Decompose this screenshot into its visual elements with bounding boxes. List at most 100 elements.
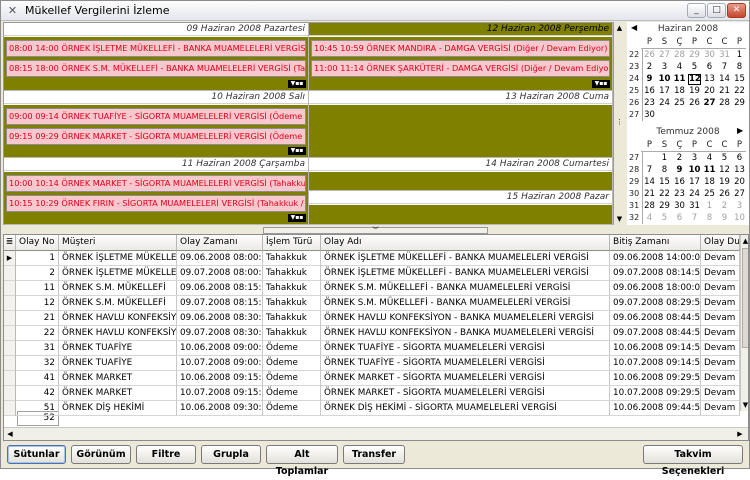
table-cell[interactable]: ÖRNEK MARKET - SİGORTA MUAMELELERİ VERGİ…	[321, 386, 610, 401]
table-cell[interactable]: ÖRNEK İŞLETME MÜKELLEFİ - BANKA MUAMELEL…	[321, 266, 610, 281]
calendar-day[interactable]: 6	[673, 213, 686, 224]
table-cell[interactable]: 32	[16, 356, 59, 371]
scroll-left-icon[interactable]: ◀	[4, 428, 16, 440]
calendar-day[interactable]: 5	[688, 62, 701, 73]
calendar-day[interactable]: 4	[703, 153, 716, 164]
table-cell[interactable]: ÖRNEK HAVLU KONFEKSİYON	[59, 326, 177, 341]
table-cell[interactable]: ÖRNEK DİŞ HEKİMİ	[59, 401, 177, 416]
week-number[interactable]: 31	[629, 201, 639, 210]
day-body[interactable]	[309, 105, 612, 157]
calendar-day[interactable]: 17	[688, 177, 701, 188]
calendar-day[interactable]: 20	[703, 86, 716, 97]
table-cell[interactable]: 11	[16, 281, 59, 296]
calendar-day[interactable]: 3	[688, 153, 701, 164]
table-cell[interactable]: Ödeme	[263, 356, 321, 371]
scroll-up-icon[interactable]: ▲	[615, 23, 624, 33]
day-header[interactable]: 11 Haziran 2008 Çarşamba	[4, 158, 308, 171]
day-header[interactable]: 09 Haziran 2008 Pazartesi	[4, 23, 308, 36]
week-number[interactable]: 24	[629, 74, 639, 83]
calendar-day[interactable]: 25	[703, 189, 716, 200]
calendar-day[interactable]: 21	[718, 86, 731, 97]
table-cell[interactable]: ÖRNEK HAVLU KONFEKSİYON - BANKA MUAMELEL…	[321, 311, 610, 326]
subtotals-button[interactable]: Alt Toplamlar	[266, 445, 338, 477]
table-cell[interactable]: 09.07.2008 08:14:59	[610, 266, 701, 281]
maximize-button[interactable]: □	[707, 3, 726, 18]
calendar-day[interactable]: 9	[718, 213, 731, 224]
row-selector[interactable]	[4, 386, 16, 401]
scroll-right-icon[interactable]: ▶	[734, 428, 746, 440]
calendar-day[interactable]: 4	[673, 62, 686, 73]
calendar-day[interactable]: 8	[658, 165, 671, 176]
minimize-button[interactable]: _	[687, 3, 706, 18]
table-cell[interactable]: ÖRNEK S.M. MÜKELLEFİ	[59, 296, 177, 311]
calendar-event[interactable]: 09:00 09:14 ÖRNEK TUAFİYE - SİGORTA MUAM…	[6, 108, 306, 125]
calendar-day[interactable]: 11	[703, 165, 716, 176]
calendar-day[interactable]: 29	[688, 50, 701, 61]
calendar-day[interactable]: 15	[658, 177, 671, 188]
calendar-day[interactable]: 29	[658, 201, 671, 212]
table-cell[interactable]: 09.07.2008 08:15:00	[177, 296, 263, 311]
table-cell[interactable]: 09.06.2008 08:44:59	[610, 311, 701, 326]
calendar-day[interactable]: 1	[658, 153, 671, 164]
calendar-day[interactable]: 24	[658, 98, 671, 109]
scroll-down-icon[interactable]: ▼	[615, 214, 624, 224]
table-cell[interactable]: ÖRNEK İŞLETME MÜKELLEFİ - BANKA MUAMELEL…	[321, 251, 610, 266]
calendar-day[interactable]: 28	[643, 201, 656, 212]
mini-calendar-june[interactable]: Haziran 2008 ◀ P S Ç P C C P 22 26 27 28 29 30 31 1 23 2 3 4…	[627, 22, 749, 125]
day-body[interactable]: 10:00 10:14 ÖRNEK MARKET - SİGORTA MUAME…	[4, 172, 308, 224]
calendar-day[interactable]: 10	[688, 165, 701, 176]
day-header[interactable]: 12 Haziran 2008 Perşembe	[309, 23, 612, 36]
calendar-day[interactable]: 22	[733, 86, 746, 97]
row-selector[interactable]	[4, 401, 16, 416]
table-cell[interactable]: 42	[16, 386, 59, 401]
calendar-day[interactable]: 5	[658, 213, 671, 224]
day-cell[interactable]: 11 Haziran 2008 Çarşamba 10:00 10:14 ÖRNE…	[4, 158, 309, 225]
week-number[interactable]: 28	[629, 165, 639, 174]
table-cell[interactable]: ÖRNEK MARKET - SİGORTA MUAMELELERİ VERGİ…	[321, 371, 610, 386]
table-cell[interactable]: 09.06.2008 08:15:00	[177, 281, 263, 296]
table-cell[interactable]: Tahakkuk	[263, 311, 321, 326]
table-cell[interactable]: 10.06.2008 09:29:59	[610, 371, 701, 386]
calendar-day[interactable]: 4	[643, 213, 656, 224]
calendar-event[interactable]: 10:45 10:59 ÖRNEK MANDIRA - DAMGA VERGİS…	[311, 40, 610, 57]
calendar-day[interactable]: 18	[703, 177, 716, 188]
row-selector[interactable]	[4, 266, 16, 281]
calendar-day[interactable]: 2	[673, 153, 686, 164]
table-cell[interactable]: 09.07.2008 08:30:00	[177, 326, 263, 341]
day-cell[interactable]: 13 Haziran 2008 Cuma	[309, 91, 613, 158]
table-cell[interactable]: 09.06.2008 14:00:00	[610, 251, 701, 266]
calendar-day[interactable]: 15	[733, 74, 746, 85]
calendar-day[interactable]: 9	[673, 165, 686, 176]
table-cell[interactable]: 10.07.2008 09:14:59	[610, 356, 701, 371]
week-number[interactable]: 30	[629, 189, 639, 198]
calendar-day[interactable]: 30	[703, 50, 716, 61]
table-cell[interactable]: Devam	[701, 296, 740, 311]
table-cell[interactable]: Tahakkuk	[263, 281, 321, 296]
calendar-day[interactable]: 25	[673, 98, 686, 109]
table-cell[interactable]: ÖRNEK S.M. MÜKELLEFİ	[59, 281, 177, 296]
table-cell[interactable]: 10.07.2008 09:29:59	[610, 386, 701, 401]
row-selector[interactable]	[4, 281, 16, 296]
calendar-day[interactable]: 27	[658, 50, 671, 61]
calendar-day[interactable]: 16	[673, 177, 686, 188]
table-cell[interactable]: Devam	[701, 341, 740, 356]
calendar-day[interactable]: 12	[688, 74, 701, 85]
day-body[interactable]: 08:00 14:00 ÖRNEK İŞLETME MÜKELLEFİ - BA…	[4, 37, 308, 90]
week-view[interactable]: 09 Haziran 2008 Pazartesi 08:00 14:00 ÖRN…	[3, 22, 614, 225]
table-cell[interactable]: Tahakkuk	[263, 296, 321, 311]
table-cell[interactable]: ÖRNEK TUAFİYE - SİGORTA MUAMELELERİ VERG…	[321, 356, 610, 371]
calendar-day[interactable]: 20	[733, 177, 746, 188]
row-selector[interactable]	[4, 296, 16, 311]
table-cell[interactable]: 09.06.2008 18:00:00	[610, 281, 701, 296]
table-cell[interactable]: 41	[16, 371, 59, 386]
day-cell[interactable]: 09 Haziran 2008 Pazartesi 08:00 14:00 ÖRN…	[4, 23, 309, 91]
day-cell[interactable]: 12 Haziran 2008 Perşembe 10:45 10:59 ÖRNE…	[309, 23, 613, 91]
prev-month-icon[interactable]: ◀	[631, 23, 637, 32]
day-header[interactable]: 13 Haziran 2008 Cuma	[309, 91, 612, 104]
calendar-day[interactable]: 28	[673, 50, 686, 61]
table-cell[interactable]: Ödeme	[263, 371, 321, 386]
table-cell[interactable]: ÖRNEK İŞLETME MÜKELLEFİ	[59, 266, 177, 281]
week-number[interactable]: 29	[629, 177, 639, 186]
calendar-day[interactable]: 10	[733, 213, 746, 224]
calendar-event[interactable]: 10:15 10:29 ÖRNEK FIRIN - SİGORTA MUAMEL…	[6, 195, 306, 212]
